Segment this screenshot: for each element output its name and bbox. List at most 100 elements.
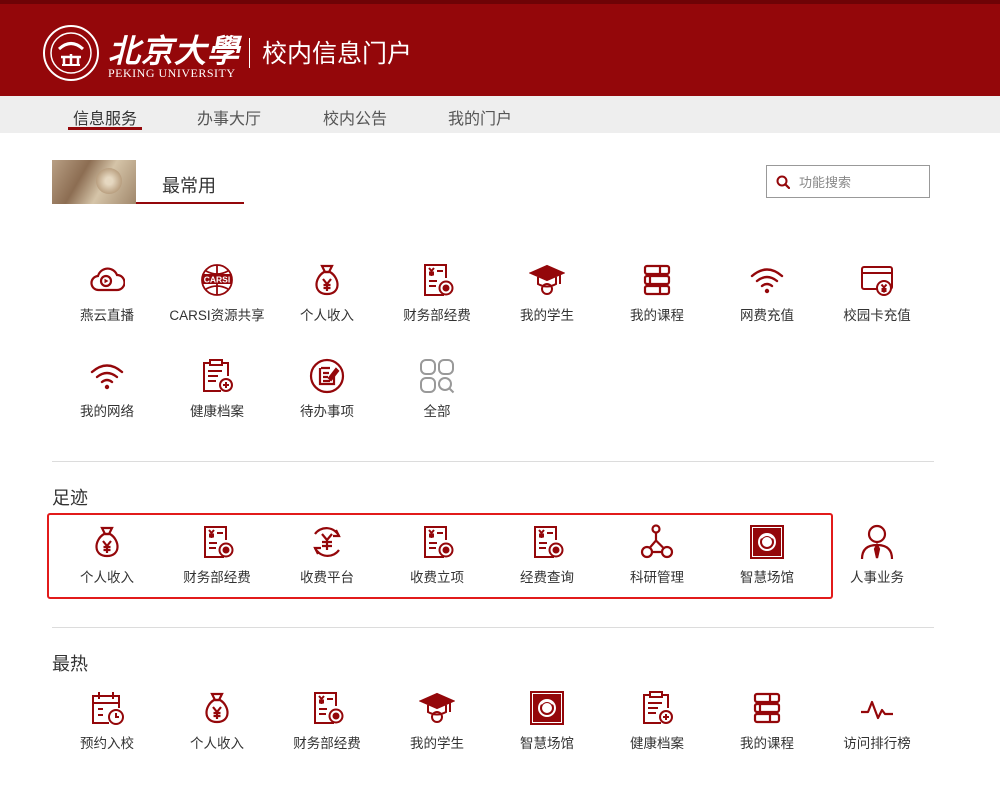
tile-finance-funds[interactable]: 财务部经费 [272, 690, 382, 760]
money-bag-icon [95, 526, 119, 558]
person-tie-icon [860, 524, 894, 560]
tile-health-records[interactable]: 健康档案 [162, 358, 272, 428]
tile-all[interactable]: 全部 [382, 358, 492, 428]
tile-label: 我的学生 [520, 308, 574, 323]
tile-personal-income[interactable]: 个人收入 [162, 690, 272, 760]
tile-smart-venues[interactable]: 智慧场馆 [492, 690, 602, 760]
graduation-cap-icon [419, 692, 455, 723]
tile-label: 个人收入 [80, 570, 134, 585]
books-icon [643, 264, 671, 296]
tile-finance-funds[interactable]: 财务部经费 [162, 524, 272, 594]
molecule-icon [640, 524, 674, 559]
tile-label: 预约入校 [80, 736, 134, 751]
yuan-cycle-icon [313, 527, 341, 557]
tile-label: 我的课程 [630, 308, 684, 323]
logo-english-name[interactable]: PEKING UNIVERSITY [108, 66, 236, 81]
carsi-globe-icon: CARSI [201, 264, 233, 296]
tile-my-courses[interactable]: 我的课程 [602, 262, 712, 332]
tile-personnel-affairs[interactable]: 人事业务 [822, 524, 932, 594]
footprint-section-title: 足迹 [52, 488, 88, 508]
nav-item-service-hall[interactable]: 办事大厅 [197, 105, 261, 129]
finance-document-icon [424, 526, 454, 558]
header-bar: 北京大學 PEKING UNIVERSITY 校内信息门户 [0, 0, 1000, 96]
tile-health-records[interactable]: 健康档案 [602, 690, 712, 760]
money-bag-icon [315, 264, 339, 296]
clipboard-plus-icon [203, 359, 233, 392]
todo-edit-icon [309, 358, 345, 394]
tile-my-courses[interactable]: 我的课程 [712, 690, 822, 760]
tile-smart-venues[interactable]: 智慧场馆 [712, 524, 822, 594]
finance-document-icon [314, 692, 344, 724]
search-input[interactable] [799, 172, 925, 192]
section-divider [52, 461, 934, 462]
tile-label: 经费查询 [520, 570, 574, 585]
nav-item-announcements[interactable]: 校内公告 [323, 105, 387, 129]
books-icon [753, 692, 781, 724]
graduation-cap-icon [529, 264, 565, 295]
tile-carsi[interactable]: CARSI CARSI资源共享 [162, 262, 272, 332]
tile-label: 收费平台 [300, 570, 354, 585]
tile-label: 待办事项 [300, 404, 354, 419]
tile-todo-items[interactable]: 待办事项 [272, 358, 382, 428]
logo-divider [249, 38, 250, 68]
function-search-box[interactable] [766, 165, 930, 198]
tile-network-fee-recharge[interactable]: 网费充值 [712, 262, 822, 332]
svg-text:CARSI: CARSI [204, 275, 230, 285]
tile-label: 健康档案 [190, 404, 244, 419]
tile-label: 校园卡充值 [843, 308, 911, 323]
search-icon[interactable] [776, 175, 790, 189]
tile-fee-platform[interactable]: 收费平台 [272, 524, 382, 594]
nav-item-my-portal[interactable]: 我的门户 [448, 105, 512, 129]
tile-my-network[interactable]: 我的网络 [52, 358, 162, 428]
tile-label: 收费立项 [410, 570, 464, 585]
tile-label: 人事业务 [850, 570, 904, 585]
tile-label: 个人收入 [300, 308, 354, 323]
finance-document-icon [424, 264, 454, 296]
finance-document-icon [534, 526, 564, 558]
clipboard-plus-icon [643, 691, 673, 724]
tile-label: 科研管理 [630, 570, 684, 585]
tile-visit-ranking[interactable]: 访问排行榜 [822, 690, 932, 760]
tile-label: 智慧场馆 [520, 736, 574, 751]
grid-search-icon [420, 359, 455, 394]
pku-emblem-icon[interactable] [42, 24, 100, 82]
tile-personal-income[interactable]: 个人收入 [272, 262, 382, 332]
hot-section-title: 最热 [52, 654, 88, 674]
tile-campus-card-recharge[interactable]: 校园卡充值 [822, 262, 932, 332]
tile-personal-income[interactable]: 个人收入 [52, 524, 162, 594]
frequent-section-title: 最常用 [162, 176, 216, 196]
finance-document-icon [204, 526, 234, 558]
tile-my-students[interactable]: 我的学生 [382, 690, 492, 760]
tile-label: 财务部经费 [403, 308, 471, 323]
tile-campus-entry-booking[interactable]: 预约入校 [52, 690, 162, 760]
tile-label: 网费充值 [740, 308, 794, 323]
card-yuan-icon [861, 266, 893, 296]
tile-label: 我的学生 [410, 736, 464, 751]
tile-label: 访问排行榜 [843, 736, 911, 751]
cloud-play-icon [90, 267, 125, 292]
tile-fee-project[interactable]: 收费立项 [382, 524, 492, 594]
tile-label: 我的课程 [740, 736, 794, 751]
nav-active-indicator [68, 127, 142, 130]
tile-yanyun-live[interactable]: 燕云直播 [52, 262, 162, 332]
frequent-title-underline [136, 202, 244, 204]
money-bag-icon [205, 692, 229, 724]
calendar-clock-icon [92, 692, 124, 725]
tile-label: 个人收入 [190, 736, 244, 751]
tile-my-students[interactable]: 我的学生 [492, 262, 602, 332]
tile-label: 智慧场馆 [740, 570, 794, 585]
main-nav: 信息服务 办事大厅 校内公告 我的门户 [0, 96, 1000, 133]
tile-finance-funds[interactable]: 财务部经费 [382, 262, 492, 332]
section-divider [52, 627, 934, 628]
tile-label: 我的网络 [80, 404, 134, 419]
wifi-icon [90, 364, 124, 390]
nav-item-info-services[interactable]: 信息服务 [73, 105, 137, 129]
pulse-icon [861, 700, 893, 720]
tile-label: 财务部经费 [183, 570, 251, 585]
portal-title: 校内信息门户 [262, 40, 413, 68]
tile-label: 全部 [423, 404, 451, 419]
section-banner-image [52, 160, 136, 204]
tile-label: CARSI资源共享 [169, 308, 265, 323]
tile-research-management[interactable]: 科研管理 [602, 524, 712, 594]
tile-funds-query[interactable]: 经费查询 [492, 524, 602, 594]
